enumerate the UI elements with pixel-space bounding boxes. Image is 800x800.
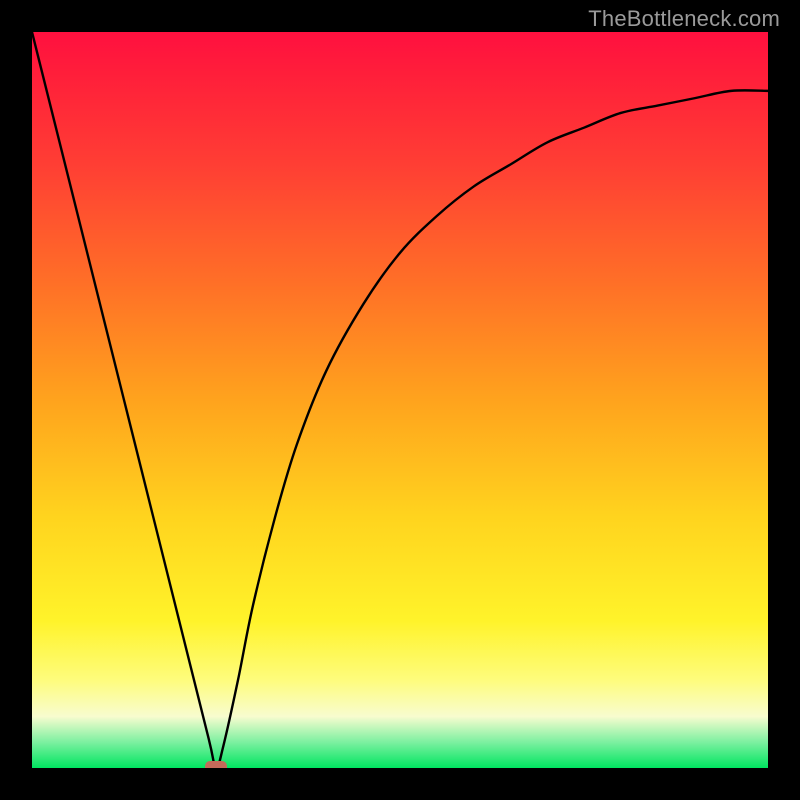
plot-area — [32, 32, 768, 768]
chart-frame: TheBottleneck.com — [0, 0, 800, 800]
curve-path — [32, 32, 768, 768]
attribution-text: TheBottleneck.com — [588, 6, 780, 32]
min-point-marker — [205, 761, 227, 768]
bottleneck-curve — [32, 32, 768, 768]
